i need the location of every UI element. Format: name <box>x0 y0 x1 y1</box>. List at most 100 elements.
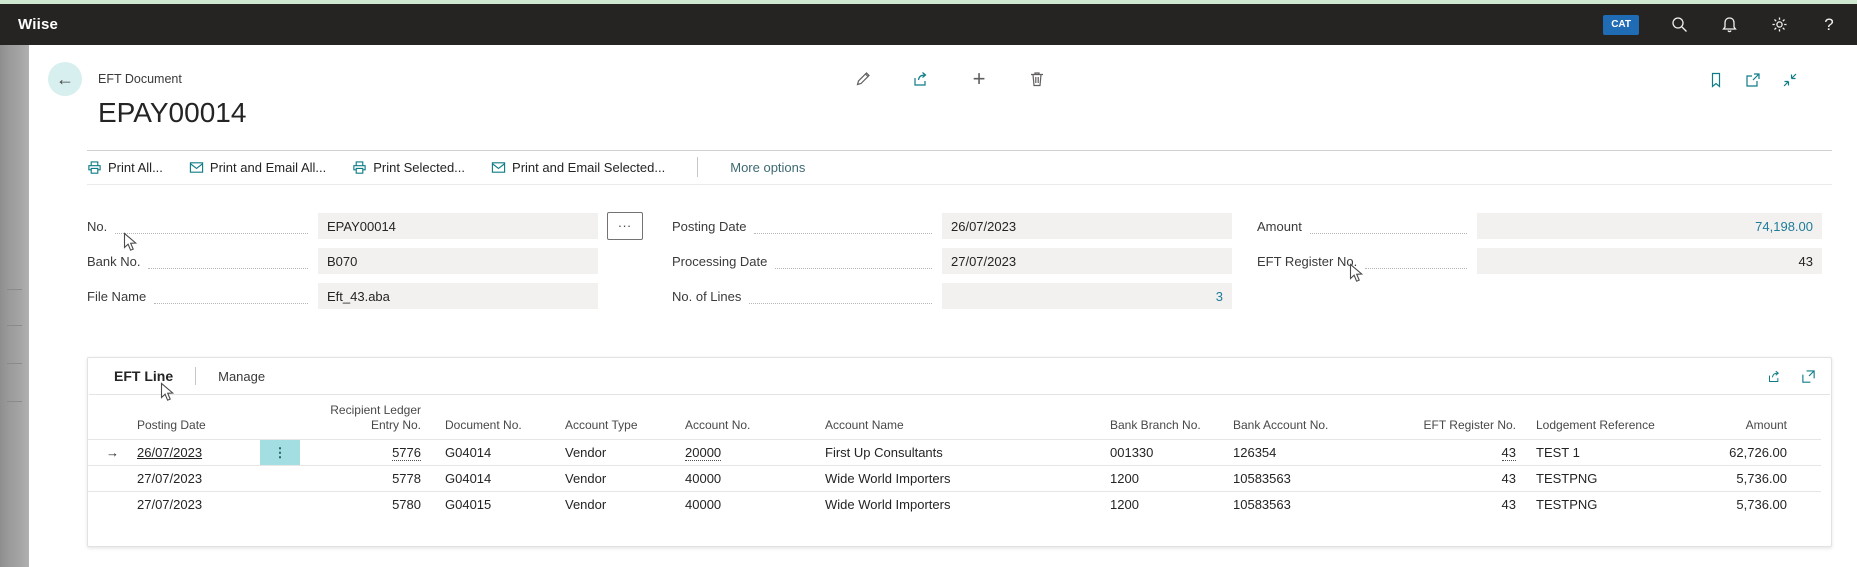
cell-account-type[interactable]: Vendor <box>554 440 674 466</box>
new-plus-icon[interactable]: + <box>968 68 990 90</box>
printer-icon <box>352 160 367 175</box>
cell-amount[interactable]: 62,726.00 <box>1678 440 1821 466</box>
print-selected-button[interactable]: Print Selected... <box>352 160 465 175</box>
field-processing-date: Processing Date 27/07/2023 <box>672 248 1232 274</box>
field-eft-register-no: EFT Register No. 43 <box>1257 248 1822 274</box>
cell-lodgement-reference[interactable]: TESTPNG <box>1523 466 1678 492</box>
dotted-leader <box>148 253 308 268</box>
print-all-button[interactable]: Print All... <box>87 160 163 175</box>
cell-bank-account-no[interactable]: 10583563 <box>1222 466 1422 492</box>
cell-document-no[interactable]: G04014 <box>434 440 554 466</box>
cell-bank-account-no[interactable]: 10583563 <box>1222 492 1422 518</box>
cell-account-no[interactable]: 20000 <box>674 440 814 466</box>
print-and-email-selected-button[interactable]: Print and Email Selected... <box>491 160 665 175</box>
cell-account-name[interactable]: Wide World Importers <box>814 466 1099 492</box>
amount-field[interactable]: 74,198.00 <box>1477 213 1822 239</box>
column-account-type[interactable]: Account Type <box>554 395 674 440</box>
cell-recipient-ledger-entry-no[interactable]: 5776 <box>300 440 434 466</box>
cell-document-no[interactable]: G04015 <box>434 492 554 518</box>
cell-row-menu[interactable] <box>260 492 300 518</box>
cell-row-menu[interactable] <box>260 466 300 492</box>
cell-eft-register-no[interactable]: 43 <box>1422 466 1523 492</box>
top-navigation-bar: Wiise CAT ? <box>0 4 1857 45</box>
page-title: EPAY00014 <box>98 97 246 129</box>
help-icon[interactable]: ? <box>1819 15 1839 35</box>
cell-bank-branch-no[interactable]: 1200 <box>1099 466 1222 492</box>
cell-account-type[interactable]: Vendor <box>554 466 674 492</box>
cell-amount[interactable]: 5,736.00 <box>1678 466 1821 492</box>
environment-badge[interactable]: CAT <box>1603 15 1639 35</box>
bank-no-field[interactable]: B070 <box>318 248 598 274</box>
column-posting-date[interactable]: Posting Date <box>137 395 260 440</box>
back-button[interactable]: ← <box>48 62 82 96</box>
row-menu-icon[interactable]: ⋮ <box>274 445 287 460</box>
action-bar: Print All... Print and Email All... Prin… <box>87 151 1832 183</box>
edit-pencil-icon[interactable] <box>852 68 874 90</box>
column-account-name[interactable]: Account Name <box>814 395 1099 440</box>
expand-focus-mode-icon[interactable] <box>1799 367 1817 385</box>
left-edge-panel <box>0 45 29 567</box>
cell-bank-account-no[interactable]: 126354 <box>1222 440 1422 466</box>
notifications-bell-icon[interactable] <box>1719 15 1739 35</box>
posting-date-field[interactable]: 26/07/2023 <box>942 213 1232 239</box>
collapse-icon[interactable] <box>1780 70 1800 90</box>
share-icon[interactable] <box>910 68 932 90</box>
column-bank-branch-no[interactable]: Bank Branch No. <box>1099 395 1222 440</box>
eft-line-card: EFT Line Manage <box>87 357 1832 547</box>
field-posting-date: Posting Date 26/07/2023 <box>672 213 1232 239</box>
bookmark-icon[interactable] <box>1706 70 1726 90</box>
cell-posting-date[interactable]: 27/07/2023 <box>137 466 260 492</box>
back-arrow-icon: ← <box>56 70 74 88</box>
cell-bank-branch-no[interactable]: 1200 <box>1099 492 1222 518</box>
no-of-lines-field[interactable]: 3 <box>942 283 1232 309</box>
cell-posting-date[interactable]: 27/07/2023 <box>137 492 260 518</box>
open-in-new-window-icon[interactable] <box>1743 70 1763 90</box>
cell-lodgement-reference[interactable]: TESTPNG <box>1523 492 1678 518</box>
no-of-lines-drilldown[interactable]: 3 <box>1216 289 1223 304</box>
cell-account-name[interactable]: First Up Consultants <box>814 440 1099 466</box>
row-indicator-arrow-icon: → <box>88 440 137 466</box>
settings-gear-icon[interactable] <box>1769 15 1789 35</box>
column-amount[interactable]: Amount <box>1678 395 1821 440</box>
column-recipient-ledger-entry-no[interactable]: Recipient Ledger Entry No. <box>300 395 434 440</box>
cell-row-menu[interactable]: ⋮ <box>260 440 300 466</box>
dotted-leader <box>115 218 308 233</box>
print-and-email-all-button[interactable]: Print and Email All... <box>189 160 326 175</box>
amount-drilldown[interactable]: 74,198.00 <box>1755 219 1813 234</box>
manage-menu[interactable]: Manage <box>206 369 277 384</box>
cell-recipient-ledger-entry-no[interactable]: 5780 <box>300 492 434 518</box>
eft-register-no-field[interactable]: 43 <box>1477 248 1822 274</box>
cell-bank-branch-no[interactable]: 001330 <box>1099 440 1222 466</box>
no-field[interactable]: EPAY00014 <box>318 213 598 239</box>
dotted-leader <box>754 218 932 233</box>
cell-account-no[interactable]: 40000 <box>674 492 814 518</box>
cell-document-no[interactable]: G04014 <box>434 466 554 492</box>
more-options-button[interactable]: More options <box>730 160 805 175</box>
table-row[interactable]: 27/07/2023 5778 G04014 Vendor 40000 Wide… <box>88 466 1821 492</box>
column-document-no[interactable]: Document No. <box>434 395 554 440</box>
delete-trash-icon[interactable] <box>1026 68 1048 90</box>
cell-account-type[interactable]: Vendor <box>554 492 674 518</box>
column-bank-account-no[interactable]: Bank Account No. <box>1222 395 1422 440</box>
table-row-selected[interactable]: → 26/07/2023 ⋮ 5776 G04014 Vendor 20000 … <box>88 440 1821 466</box>
file-name-field[interactable]: Eft_43.aba <box>318 283 598 309</box>
cell-eft-register-no[interactable]: 43 <box>1422 440 1523 466</box>
app-brand[interactable]: Wiise <box>18 16 58 33</box>
column-account-no[interactable]: Account No. <box>674 395 814 440</box>
search-icon[interactable] <box>1669 15 1689 35</box>
processing-date-field[interactable]: 27/07/2023 <box>942 248 1232 274</box>
cell-lodgement-reference[interactable]: TEST 1 <box>1523 440 1678 466</box>
dotted-leader <box>1365 253 1467 268</box>
cell-account-name[interactable]: Wide World Importers <box>814 492 1099 518</box>
tab-eft-line[interactable]: EFT Line <box>102 368 185 384</box>
column-lodgement-reference[interactable]: Lodgement Reference <box>1523 395 1678 440</box>
share-icon[interactable] <box>1765 367 1783 385</box>
column-eft-register-no[interactable]: EFT Register No. <box>1422 395 1523 440</box>
cell-posting-date[interactable]: 26/07/2023 <box>137 440 260 466</box>
cell-recipient-ledger-entry-no[interactable]: 5778 <box>300 466 434 492</box>
assist-edit-button[interactable]: ... <box>607 212 643 240</box>
cell-eft-register-no[interactable]: 43 <box>1422 492 1523 518</box>
cell-account-no[interactable]: 40000 <box>674 466 814 492</box>
table-row[interactable]: 27/07/2023 5780 G04015 Vendor 40000 Wide… <box>88 492 1821 518</box>
cell-amount[interactable]: 5,736.00 <box>1678 492 1821 518</box>
